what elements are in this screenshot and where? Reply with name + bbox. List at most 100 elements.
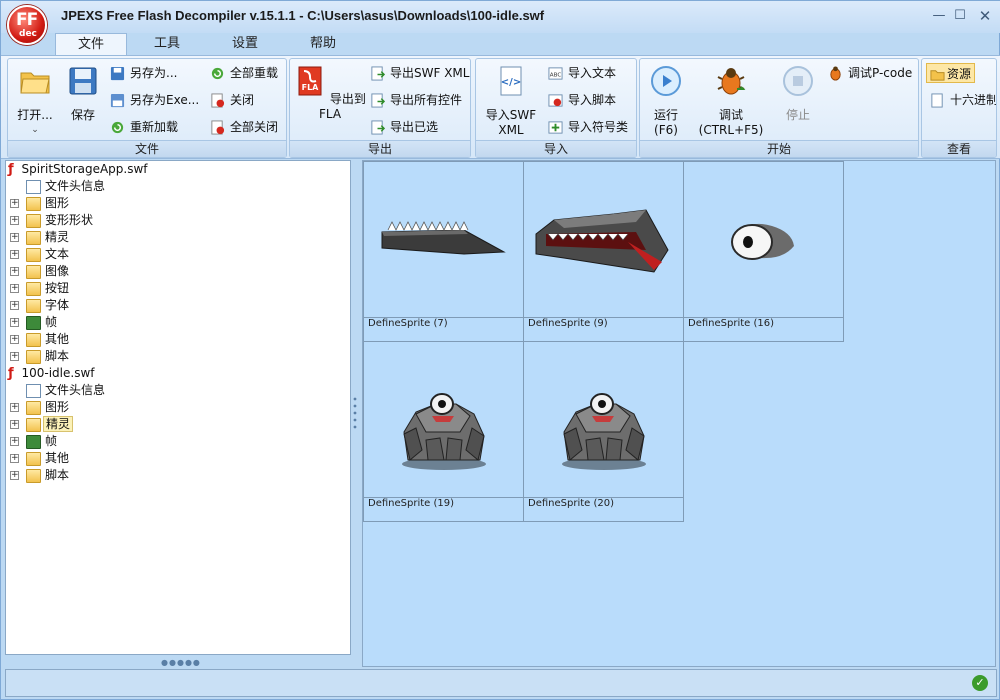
tab-help[interactable]: 帮助: [293, 33, 353, 55]
resource-tree[interactable]: ƒ SpiritStorageApp.swf 文件头信息 + 图形 + 变形形状…: [5, 160, 351, 655]
debug-pcode-label: 调试P-code: [848, 66, 913, 80]
expand-icon[interactable]: +: [10, 301, 19, 310]
tree-node-scripts[interactable]: + 脚本: [10, 467, 69, 484]
splitter-grip-icon[interactable]: [353, 396, 357, 430]
header-doc-icon: [26, 384, 41, 398]
tree-node-buttons[interactable]: + 按钮: [10, 280, 69, 297]
save-as-button[interactable]: 另存为...: [110, 63, 177, 83]
title-bar: FF dec JPEXS Free Flash Decompiler v.15.…: [1, 1, 1000, 45]
tree-node-morphshapes[interactable]: + 变形形状: [10, 212, 93, 229]
expand-icon[interactable]: +: [10, 420, 19, 429]
expand-icon[interactable]: +: [10, 352, 19, 361]
import-swf-xml-label-1: 导入SWF: [485, 108, 537, 122]
tree-node-texts[interactable]: + 文本: [10, 246, 69, 263]
tree-resize-grip-icon[interactable]: ●●●●●: [161, 658, 200, 667]
resources-folder-icon: [930, 70, 945, 81]
expand-icon[interactable]: +: [10, 267, 19, 276]
save-as-exe-button[interactable]: 另存为Exe...: [110, 90, 199, 110]
reload-button[interactable]: 重新加载: [110, 117, 178, 137]
tree-node-sprites[interactable]: + 精灵: [10, 229, 69, 246]
ribbon: 打开... ⌄ 保存 另存为... 另存为Exe... 重新加载 全部重载 关闭…: [1, 55, 1000, 159]
header-doc-icon: [26, 180, 41, 194]
import-script-button[interactable]: 导入脚本: [548, 90, 616, 110]
tree-node-sprites-selected[interactable]: + 精灵: [10, 416, 74, 433]
folder-icon: [26, 299, 41, 313]
app-logo[interactable]: FF dec: [7, 5, 47, 45]
expand-icon[interactable]: +: [10, 403, 19, 412]
debug-button[interactable]: 调试 (CTRL+F5): [696, 65, 766, 137]
tree-node-shapes[interactable]: + 图形: [10, 399, 69, 416]
close-file-button[interactable]: 关闭: [210, 90, 254, 110]
import-swf-xml-button[interactable]: </> 导入SWF XML: [480, 65, 542, 137]
tree-node-images[interactable]: + 图像: [10, 263, 69, 280]
export-selected-label: 导出已选: [390, 120, 439, 134]
import-symbol-button[interactable]: 导入符号类: [548, 117, 628, 137]
expand-icon[interactable]: +: [10, 199, 19, 208]
tree-node-frames[interactable]: + 帧: [10, 433, 57, 450]
debug-label: 调试: [718, 108, 743, 122]
tree-node-swf-root[interactable]: ƒ 100-idle.swf: [8, 365, 95, 382]
export-fla-button[interactable]: FLA 导出到FLA: [294, 65, 366, 121]
expand-icon[interactable]: +: [10, 454, 19, 463]
expand-icon[interactable]: +: [10, 250, 19, 259]
export-all-button[interactable]: 导出所有控件: [370, 90, 462, 110]
expand-icon[interactable]: +: [10, 437, 19, 446]
tree-node-frames[interactable]: + 帧: [10, 314, 57, 331]
small-bug-icon: [830, 66, 841, 81]
hex-view-button[interactable]: 十六进制: [930, 90, 997, 110]
expand-icon[interactable]: +: [10, 335, 19, 344]
reload-all-button[interactable]: 全部重载: [210, 63, 278, 83]
open-button[interactable]: 打开... ⌄: [12, 65, 58, 135]
tree-node-others[interactable]: + 其他: [10, 450, 69, 467]
thumbnail-caption: DefineSprite (7): [364, 317, 523, 341]
minimize-icon[interactable]: —: [931, 8, 947, 24]
tree-node-header[interactable]: 文件头信息: [26, 382, 105, 399]
maximize-icon[interactable]: ☐: [952, 8, 968, 24]
group-label-export: 导出: [290, 140, 470, 157]
tree-node-scripts[interactable]: + 脚本: [10, 348, 69, 365]
frames-icon: [26, 316, 41, 330]
thumbnail-caption: DefineSprite (19): [364, 497, 523, 521]
close-window-icon[interactable]: ✕: [977, 8, 993, 24]
tree-node-shapes[interactable]: + 图形: [10, 195, 69, 212]
export-selected-button[interactable]: 导出已选: [370, 117, 438, 137]
expand-icon[interactable]: +: [10, 471, 19, 480]
folder-icon: [26, 418, 41, 432]
thumbnail-cell[interactable]: DefineSprite (9): [523, 161, 684, 342]
tab-tools[interactable]: 工具: [137, 33, 197, 55]
expand-icon[interactable]: +: [10, 284, 19, 293]
tab-file[interactable]: 文件: [55, 33, 127, 55]
close-all-button[interactable]: 全部关闭: [210, 117, 278, 137]
run-button[interactable]: 运行 (F6): [644, 65, 688, 137]
thumbnail-cell[interactable]: DefineSprite (20): [523, 341, 684, 522]
expand-icon[interactable]: +: [10, 318, 19, 327]
thumbnail-cell[interactable]: DefineSprite (19): [363, 341, 524, 522]
stop-button[interactable]: 停止: [776, 65, 820, 123]
tree-node-header[interactable]: 文件头信息: [26, 178, 105, 195]
close-all-label: 全部关闭: [230, 120, 279, 134]
tree-node-fonts[interactable]: + 字体: [10, 297, 69, 314]
expand-icon[interactable]: +: [10, 216, 19, 225]
folder-icon: [26, 469, 41, 483]
export-swf-xml-button[interactable]: 导出SWF XML: [370, 63, 469, 83]
tree-node-label: 精灵: [45, 230, 70, 244]
thumbnail-cell[interactable]: DefineSprite (16): [683, 161, 844, 342]
hex-label: 十六进制: [950, 93, 997, 107]
debug-pcode-button[interactable]: 调试P-code: [828, 63, 912, 83]
tab-settings[interactable]: 设置: [215, 33, 275, 55]
expand-icon[interactable]: +: [10, 233, 19, 242]
save-button[interactable]: 保存: [60, 65, 106, 123]
import-xml-icon: </>: [500, 66, 522, 96]
import-text-button[interactable]: ABC 导入文本: [548, 63, 616, 83]
rock-golem-sprite: [562, 393, 646, 470]
tree-node-swf-root[interactable]: ƒ SpiritStorageApp.swf: [8, 161, 148, 178]
window-title: JPEXS Free Flash Decompiler v.15.1.1 - C…: [61, 8, 545, 23]
tree-node-label: 精灵: [43, 416, 74, 432]
flash-file-icon: ƒ: [8, 366, 14, 381]
thumbnail-cell[interactable]: DefineSprite (7): [363, 161, 524, 342]
save-as-exe-label: 另存为Exe...: [130, 93, 200, 107]
tree-node-others[interactable]: + 其他: [10, 331, 69, 348]
logo-text: FF: [16, 10, 38, 30]
folder-icon: [26, 214, 41, 228]
resources-toggle[interactable]: 资源: [926, 63, 976, 83]
